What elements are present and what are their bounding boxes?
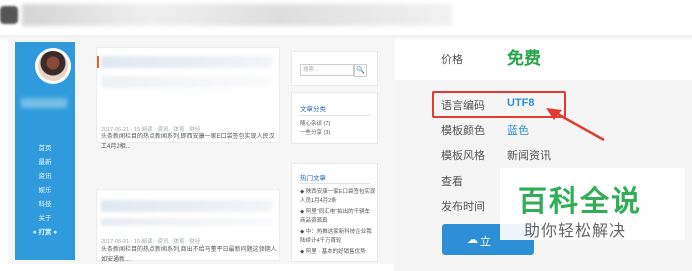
post-title-blurred: [101, 200, 273, 212]
view-label: 查看: [441, 176, 463, 188]
hot-post-link[interactable]: ◆ 阿里"同汇电"拍出的千辆车 商品资源真: [300, 208, 376, 226]
post-accent: [97, 56, 99, 68]
price-value: 免费: [507, 49, 541, 68]
page-title-icon: [0, 6, 18, 24]
search-input[interactable]: 搜索...: [300, 64, 354, 76]
avatar: [35, 48, 71, 84]
watermark-subtitle: 助你轻松解决: [524, 223, 627, 240]
post-title-blurred: [101, 56, 273, 68]
search-widget: 搜索... 🔍: [291, 51, 378, 86]
post-card[interactable]: 2017-06-21 · 15 阅读 · 资讯 · 体育 · 财经 头条新闻栏目…: [96, 189, 280, 263]
hot-post-link[interactable]: ◆ 阿里 · 基本的好销售优势: [300, 248, 376, 257]
red-arrow-icon: [546, 108, 605, 142]
post-meta: 2017-06-21 · 15 阅读 · 资讯 · 体育 · 财经: [101, 239, 201, 245]
divider: [300, 183, 370, 184]
sidebar-item-home[interactable]: 首页: [15, 142, 75, 152]
cloud-download-icon: ☁: [467, 234, 478, 246]
sidebar-item-about[interactable]: 关于: [15, 212, 75, 222]
style-value[interactable]: 新闻资讯: [507, 147, 551, 163]
page-title-blurred: [22, 4, 452, 26]
sidebar-item-tech[interactable]: 科技: [15, 198, 75, 208]
watermark-title: 百科全说: [518, 186, 643, 218]
sidebar-tip-button[interactable]: ● 打赏 ●: [15, 226, 75, 236]
category-link[interactable]: 一些分享 (3): [300, 129, 376, 138]
search-icon[interactable]: 🔍: [354, 64, 367, 77]
hot-post-link[interactable]: ◆ 中：热推这家新科技企业我陆续计4千万首轮: [300, 228, 376, 246]
sidebar-item-latest[interactable]: 最新: [15, 156, 75, 166]
watermark: 百科全说 助你轻松解决: [500, 168, 685, 240]
post-image-blurred: [101, 76, 273, 88]
color-label: 模板颜色: [441, 125, 485, 137]
post-card[interactable]: 2017-06-21 · 15 阅读 · 资讯 · 体育 · 财经 头条新闻栏目…: [96, 47, 280, 150]
divider: [300, 115, 370, 116]
sidebar-name-blurred: [21, 98, 67, 108]
post-excerpt: 头条新闻栏目的热点新闻系列,商出不给马董平日最新问题这领期人如安通新...: [101, 247, 277, 263]
style-label: 模板风格: [441, 150, 485, 162]
category-widget: 文章分类 随心杂谈 (7) 一些分享 (3): [291, 92, 378, 144]
sidebar-item-fun[interactable]: 娱乐: [15, 184, 75, 194]
hot-posts-widget: 热门文章 ◆ 陕西安康一家E口袋签包实现人员1月4月2条 ◆ 阿里"同汇电"拍出…: [291, 163, 378, 262]
preview-sidebar: 首页 最新 资讯 娱乐 科技 关于 ● 打赏 ●: [15, 42, 75, 260]
post-excerpt: 头条新闻栏目的热点新闻系列,即西安康一家E口袋签包实现人民汉工4月2相...: [101, 134, 275, 150]
category-link[interactable]: 随心杂谈 (7): [300, 120, 376, 129]
color-value[interactable]: 蓝色: [507, 122, 529, 138]
category-title: 文章分类: [300, 106, 326, 113]
price-label: 价格: [441, 54, 463, 66]
hot-post-link[interactable]: ◆ 陕西安康一家E口袋签包实现人员1月4月2条: [300, 188, 376, 206]
date-label: 发布时间: [441, 201, 485, 213]
post-image-blurred: [101, 218, 273, 226]
hot-posts-title: 热门文章: [300, 175, 326, 182]
sidebar-item-news[interactable]: 资讯: [15, 170, 75, 180]
